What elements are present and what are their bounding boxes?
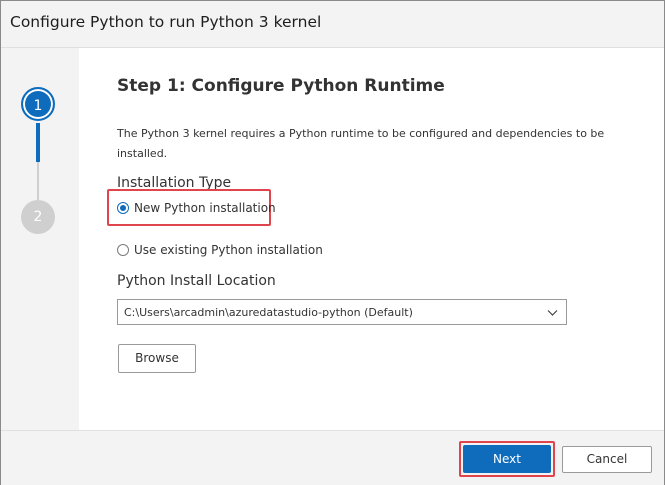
step-connector-line bbox=[37, 162, 39, 200]
step-heading: Step 1: Configure Python Runtime bbox=[117, 76, 445, 96]
radio-unchecked-icon[interactable] bbox=[117, 244, 129, 256]
configure-python-dialog: Configure Python to run Python 3 kernel … bbox=[0, 0, 665, 485]
cancel-button[interactable]: Cancel bbox=[562, 446, 652, 473]
dialog-titlebar: Configure Python to run Python 3 kernel bbox=[1, 1, 664, 48]
radio-use-existing-label[interactable]: Use existing Python installation bbox=[134, 243, 323, 257]
dialog-title: Configure Python to run Python 3 kernel bbox=[10, 13, 322, 31]
radio-checked-icon[interactable] bbox=[117, 202, 129, 214]
radio-new-python-label[interactable]: New Python installation bbox=[134, 201, 276, 215]
browse-button[interactable]: Browse bbox=[118, 344, 196, 373]
step-1-number: 1 bbox=[33, 98, 43, 114]
step-2-number: 2 bbox=[33, 209, 43, 225]
wizard-stepper: 1 2 bbox=[1, 48, 79, 430]
radio-new-python-installation[interactable]: New Python installation bbox=[117, 198, 276, 218]
next-button[interactable]: Next bbox=[463, 445, 551, 473]
step-description: The Python 3 kernel requires a Python ru… bbox=[117, 127, 605, 160]
install-location-select[interactable]: C:\Users\arcadmin\azuredatastudio-python… bbox=[117, 299, 567, 325]
step-2-indicator[interactable]: 2 bbox=[21, 200, 55, 234]
radio-use-existing-python[interactable]: Use existing Python installation bbox=[117, 240, 323, 260]
step-progress-line bbox=[36, 123, 40, 162]
chevron-down-icon[interactable] bbox=[547, 307, 558, 318]
wizard-content: Step 1: Configure Python Runtime The Pyt… bbox=[79, 48, 664, 430]
step-1-indicator[interactable]: 1 bbox=[21, 87, 55, 121]
install-location-value: C:\Users\arcadmin\azuredatastudio-python… bbox=[124, 306, 413, 319]
install-location-label: Python Install Location bbox=[117, 273, 276, 289]
dialog-footer: Next Cancel bbox=[1, 430, 664, 485]
